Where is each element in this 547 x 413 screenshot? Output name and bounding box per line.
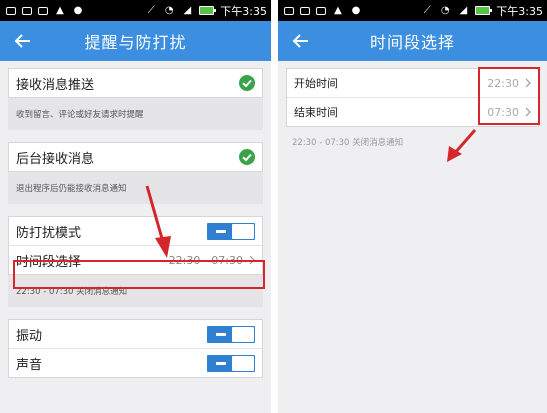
warning-icon: ▲ [334,4,342,16]
back-arrow-icon[interactable] [290,30,312,52]
left-screen: ▲ ● ⟋ ◔ ◢ 下午3:35 提醒与防打扰 接收消息推送 收到留言、评论或好… [0,0,271,413]
status-bar: ▲ ● ⟋ ◔ ◢ 下午3:35 [0,0,271,21]
image-icon [38,6,48,15]
android-icon: ● [351,4,361,16]
check-icon[interactable] [239,75,255,91]
notification-icon [6,6,16,15]
time-range-hint: 22:30 - 07:30 关闭消息通知 [292,138,404,148]
android-icon: ● [73,4,83,16]
end-time-value: 07:30 [487,105,519,119]
check-icon[interactable] [239,149,255,165]
sound-setting-row[interactable]: 声音 [9,348,262,377]
signal-off-icon: ⟋ [423,4,431,16]
signal-icon: ◢ [183,4,192,16]
dnd-card: 防打扰模式 时间段选择 22:30 - 07:30 [8,216,263,275]
notification-icon [284,6,294,15]
action-bar: 时间段选择 [278,21,547,61]
status-time: 下午3:35 [496,4,543,18]
dnd-label: 防打扰模式 [16,225,82,241]
time-range-card: 开始时间 22:30 结束时间 07:30 [286,68,539,127]
push-hint: 收到留言、评论或好友请求时提醒 [8,98,263,130]
push-setting-row[interactable]: 接收消息推送 [9,69,262,97]
mail-icon [22,6,32,15]
dnd-setting-row[interactable]: 防打扰模式 [9,217,262,245]
push-label: 接收消息推送 [16,77,95,93]
start-time-row[interactable]: 开始时间 22:30 [287,69,538,97]
period-setting-row[interactable]: 时间段选择 22:30 - 07:30 [9,245,262,274]
sound-label: 声音 [16,357,43,373]
start-time-label: 开始时间 [294,77,338,90]
status-time: 下午3:35 [220,4,267,18]
dnd-toggle[interactable] [207,222,255,240]
background-label: 后台接收消息 [16,151,95,167]
wifi-icon: ◔ [440,4,450,16]
background-hint: 退出程序后仍能接收消息通知 [8,172,263,204]
push-card: 接收消息推送 [8,68,263,98]
feedback-card: 振动 声音 [8,319,263,378]
start-time-value: 22:30 [487,76,519,90]
vibrate-toggle[interactable] [207,325,255,343]
chevron-right-icon [525,107,531,117]
period-value: 22:30 - 07:30 [168,253,243,267]
battery-icon [199,6,217,15]
signal-icon: ◢ [459,4,468,16]
period-hint: 22:30 - 07:30 关闭消息通知 [8,275,263,307]
warning-icon: ▲ [56,4,64,16]
chevron-right-icon [249,255,255,265]
mail-icon [300,6,310,15]
end-time-row[interactable]: 结束时间 07:30 [287,97,538,126]
signal-off-icon: ⟋ [147,4,155,16]
battery-icon [475,6,493,15]
image-icon [316,6,326,15]
action-bar: 提醒与防打扰 [0,21,271,61]
back-arrow-icon[interactable] [12,30,34,52]
end-time-label: 结束时间 [294,106,338,119]
period-label: 时间段选择 [16,254,82,270]
page-title: 时间段选择 [369,33,455,52]
background-card: 后台接收消息 [8,142,263,172]
vibrate-label: 振动 [16,328,43,344]
status-bar: ▲ ● ⟋ ◔ ◢ 下午3:35 [278,0,547,21]
chevron-right-icon [525,78,531,88]
wifi-icon: ◔ [164,4,174,16]
right-screen: ▲ ● ⟋ ◔ ◢ 下午3:35 时间段选择 开始时间 22:30 结束时间 0… [278,0,547,413]
sound-toggle[interactable] [207,354,255,372]
vibrate-setting-row[interactable]: 振动 [9,320,262,348]
background-setting-row[interactable]: 后台接收消息 [9,143,262,171]
page-title: 提醒与防打扰 [84,33,187,52]
